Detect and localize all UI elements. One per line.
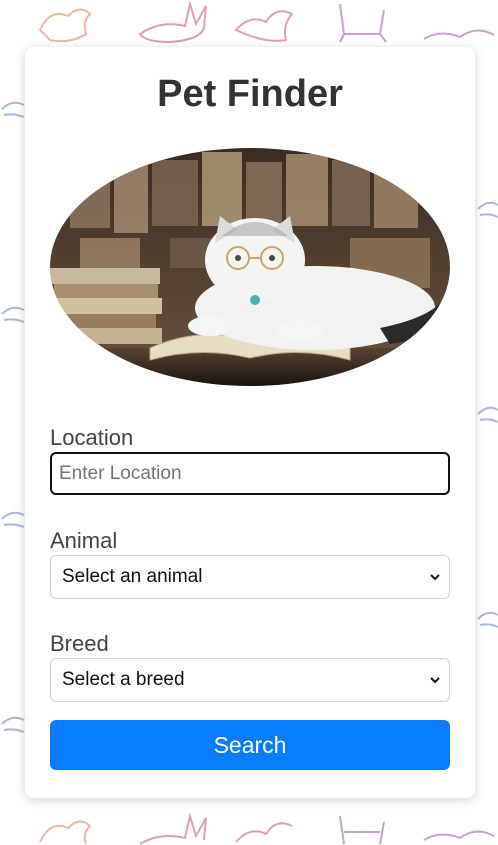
rabbit-doodle-icon — [139, 812, 207, 845]
fish-doodle-icon — [1, 101, 25, 118]
location-label: Location — [50, 425, 134, 450]
breed-select[interactable]: Select a breed — [50, 658, 450, 702]
pet-finder-card: Pet Finder Location Enter Location Anima… — [25, 47, 475, 798]
fish-doodle-icon — [1, 716, 25, 733]
rabbit-doodle-icon — [138, 0, 207, 44]
breed-select-value: Select a breed — [62, 669, 185, 690]
fish-doodle-icon — [1, 306, 25, 323]
deer-doodle-icon — [339, 815, 385, 845]
chicken-doodle-icon — [38, 8, 92, 43]
chevron-down-icon — [430, 574, 440, 581]
bird-doodle-icon — [235, 822, 293, 843]
fish-doodle-icon — [477, 406, 498, 423]
fish-doodle-icon — [477, 201, 498, 218]
hero-image — [50, 148, 450, 386]
cat-reading-photo — [50, 148, 450, 386]
animal-label: Animal — [50, 528, 118, 553]
fish-doodle-icon — [1, 511, 25, 528]
chicken-doodle-icon — [39, 820, 92, 845]
page-title: Pet Finder — [157, 73, 343, 115]
animal-select[interactable]: Select an animal — [50, 555, 450, 599]
breed-label: Breed — [50, 631, 109, 656]
location-input[interactable] — [50, 452, 450, 495]
deer-doodle-icon — [339, 3, 387, 43]
search-button[interactable]: Search — [50, 720, 450, 770]
chevron-down-icon — [430, 677, 440, 684]
cat-doodle-icon — [423, 830, 495, 841]
bird-doodle-icon — [234, 10, 294, 42]
animal-select-value: Select an animal — [62, 566, 203, 587]
fish-doodle-icon — [477, 611, 498, 628]
